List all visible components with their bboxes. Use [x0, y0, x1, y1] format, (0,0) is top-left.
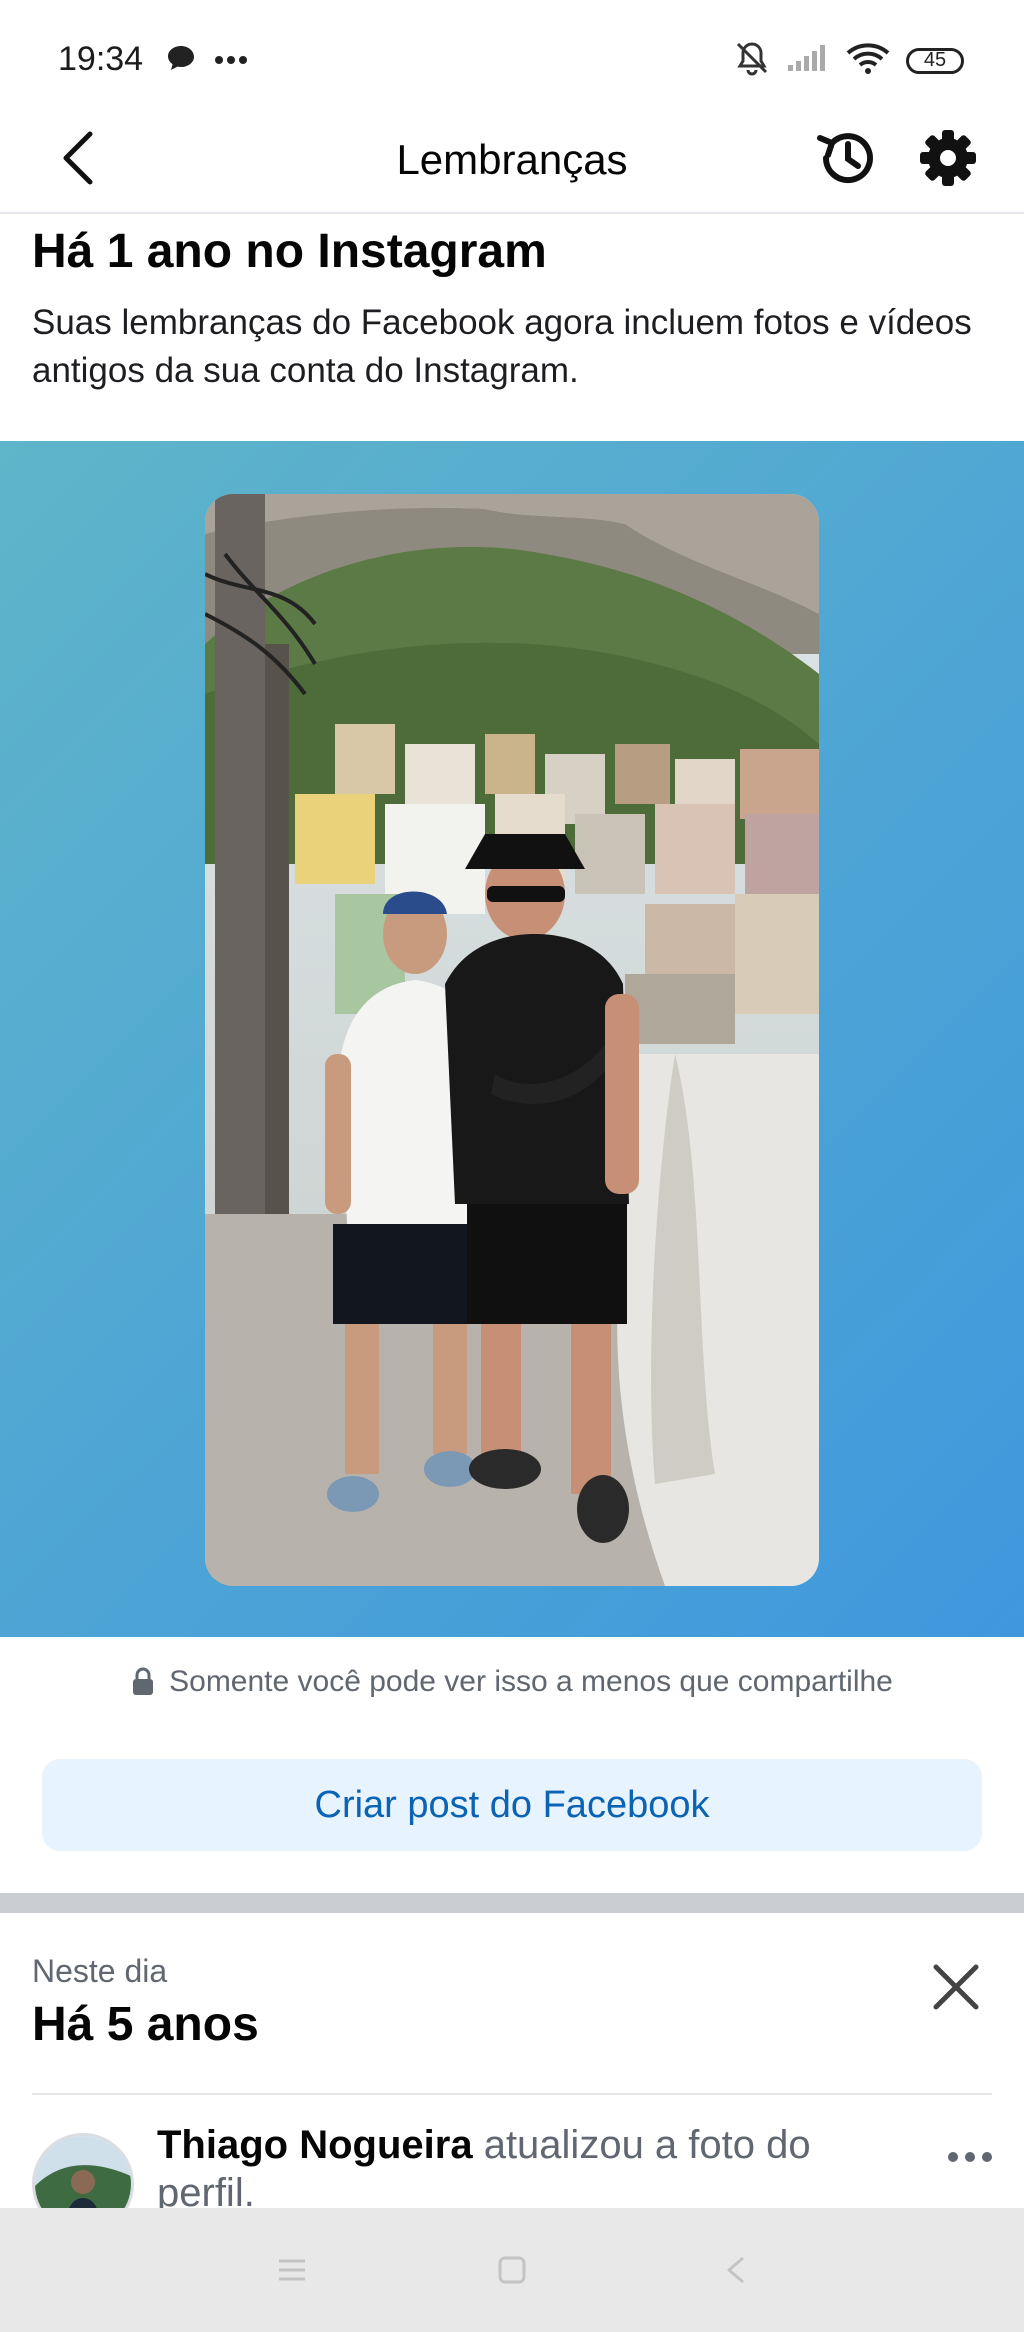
chat-bubble-icon [166, 44, 196, 77]
on-this-day-title: Há 5 anos [32, 1998, 259, 2051]
memory-card [0, 441, 1024, 1637]
system-nav-bar [0, 2208, 1024, 2332]
battery-indicator: 45 [906, 47, 964, 74]
more-notifications-icon [214, 52, 248, 70]
dismiss-button[interactable] [924, 1955, 988, 2019]
system-back-button[interactable] [710, 2244, 762, 2296]
lock-icon [133, 1667, 154, 1695]
more-options-button[interactable] [942, 2137, 998, 2177]
status-bar: 19:34 45 [0, 0, 1024, 112]
home-square-icon [498, 2256, 526, 2284]
on-this-day-label: Neste dia [32, 1953, 168, 1989]
signal-icon [786, 43, 830, 78]
memory-intro: Há 1 ano no Instagram Suas lembranças do… [32, 224, 992, 395]
status-notifications [166, 44, 248, 77]
history-icon [817, 133, 873, 184]
privacy-note: Somente você pode ver isso a menos que c… [0, 1665, 1024, 1699]
menu-icon [279, 2259, 305, 2281]
status-time: 19:34 [58, 40, 144, 78]
triangle-back-icon [727, 2256, 744, 2284]
close-icon [933, 1964, 979, 2010]
create-facebook-post-button[interactable]: Criar post do Facebook [42, 1759, 982, 1851]
history-button[interactable] [814, 124, 882, 192]
status-indicators: 45 [734, 40, 964, 81]
settings-button[interactable] [914, 124, 982, 192]
post-summary: Thiago Nogueira atualizou a foto do perf… [157, 2121, 897, 2217]
photo-illustration [205, 494, 819, 1586]
menu-button[interactable] [266, 2244, 318, 2296]
bell-muted-icon [734, 40, 770, 81]
section-divider [0, 1893, 1024, 1913]
home-button[interactable] [486, 2244, 538, 2296]
intro-title: Há 1 ano no Instagram [32, 225, 547, 278]
divider [32, 2093, 992, 2095]
memory-photo[interactable] [205, 494, 819, 1586]
more-dots-icon [948, 2152, 958, 2162]
intro-description: Suas lembranças do Facebook agora inclue… [32, 303, 972, 390]
wifi-icon [846, 41, 890, 80]
app-header: Lembranças [0, 112, 1024, 214]
post-author[interactable]: Thiago Nogueira [157, 2123, 473, 2167]
privacy-note-text: Somente você pode ver isso a menos que c… [169, 1665, 893, 1698]
gear-icon [920, 130, 976, 186]
